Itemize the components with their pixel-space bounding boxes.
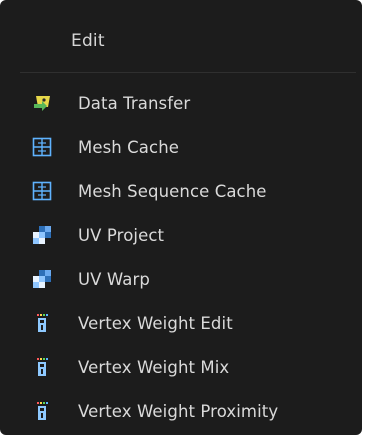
uv-project-icon — [32, 225, 52, 245]
menu-separator — [20, 72, 356, 73]
menu-item-label: Mesh Sequence Cache — [78, 181, 267, 201]
menu-item-label: UV Project — [78, 225, 165, 245]
edit-modifier-menu: Edit Data Transfer Mesh Cache Mesh Seque… — [0, 0, 362, 435]
menu-item-mesh-sequence-cache[interactable]: Mesh Sequence Cache — [0, 169, 362, 213]
vertex-weight-edit-icon — [32, 313, 52, 333]
data-transfer-icon — [32, 93, 52, 113]
menu-item-label: Vertex Weight Edit — [78, 313, 233, 333]
menu-title: Edit — [71, 31, 105, 51]
menu-item-vertex-weight-proximity[interactable]: Vertex Weight Proximity — [0, 389, 362, 433]
mesh-cache-icon — [32, 137, 52, 157]
menu-item-label: Mesh Cache — [78, 137, 179, 157]
menu-item-uv-warp[interactable]: UV Warp — [0, 257, 362, 301]
vertex-weight-proximity-icon — [32, 401, 52, 421]
mesh-sequence-cache-icon — [32, 181, 52, 201]
menu-item-label: Vertex Weight Mix — [78, 357, 230, 377]
uv-warp-icon — [32, 269, 52, 289]
menu-item-data-transfer[interactable]: Data Transfer — [0, 81, 362, 125]
menu-item-mesh-cache[interactable]: Mesh Cache — [0, 125, 362, 169]
menu-item-uv-project[interactable]: UV Project — [0, 213, 362, 257]
menu-item-label: Data Transfer — [78, 93, 191, 113]
menu-item-label: UV Warp — [78, 269, 150, 289]
menu-item-vertex-weight-mix[interactable]: Vertex Weight Mix — [0, 345, 362, 389]
menu-item-label: Vertex Weight Proximity — [78, 401, 279, 421]
vertex-weight-mix-icon — [32, 357, 52, 377]
menu-item-vertex-weight-edit[interactable]: Vertex Weight Edit — [0, 301, 362, 345]
